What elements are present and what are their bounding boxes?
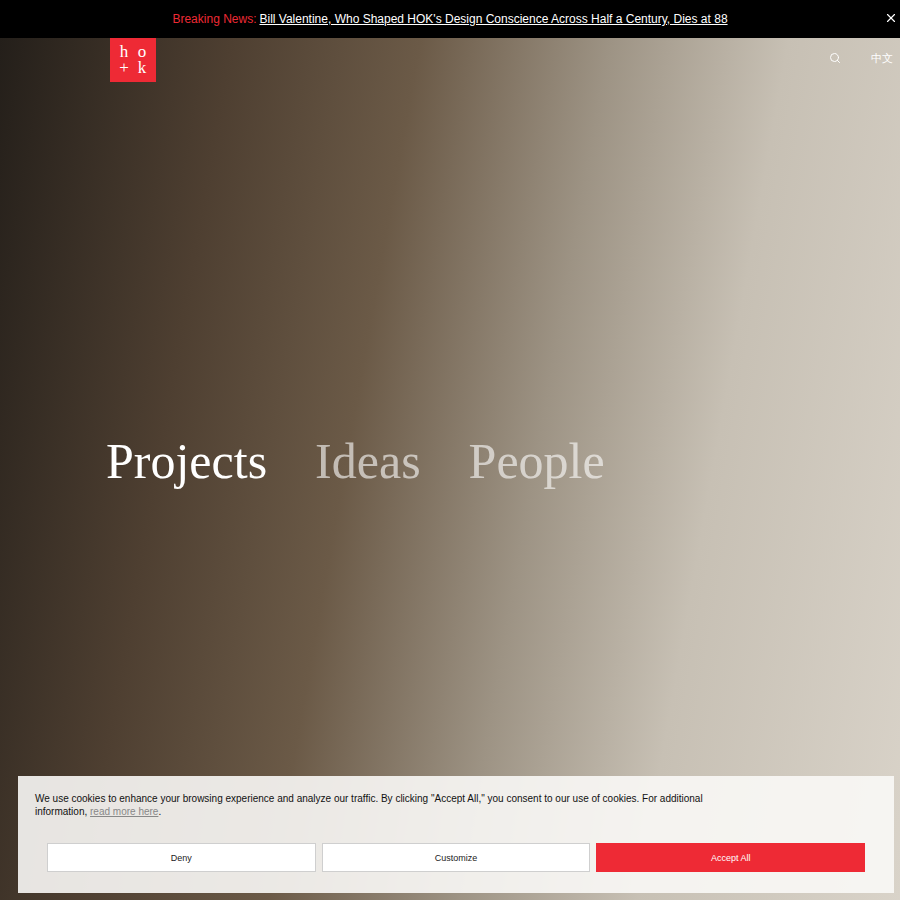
cookie-text: We use cookies to enhance your browsing … [18,792,894,818]
header-tools: 中文 [829,38,893,78]
announcement-link[interactable]: Bill Valentine, Who Shaped HOK's Design … [259,12,727,26]
logo-letter: o [138,44,147,60]
header: ho + k 中文 [0,38,900,82]
language-link[interactable]: 中文 [871,51,893,66]
page: Breaking News:Bill Valentine, Who Shaped… [0,0,900,900]
announcement-bar: Breaking News:Bill Valentine, Who Shaped… [0,0,900,38]
announcement-label: Breaking News: [172,12,256,26]
logo-letter: k [138,60,147,76]
logo[interactable]: ho + k [110,38,156,82]
cookie-button[interactable]: Customize [322,843,591,872]
cookie-button[interactable]: Accept All [596,843,865,872]
cookie-button[interactable]: Deny [47,843,316,872]
hero-nav-item[interactable]: People [469,432,605,490]
hero-nav-item[interactable]: Projects [106,432,267,490]
hero-nav-item[interactable]: Ideas [315,432,421,490]
cookie-link[interactable]: read more here [90,806,158,817]
cookie-banner: We use cookies to enhance your browsing … [18,776,894,893]
search-button[interactable] [829,52,841,64]
logo-letter: h [120,44,129,60]
cookie-buttons: DenyCustomizeAccept All [18,843,894,872]
hero: ho + k 中文 Projects Ideas People [0,38,900,900]
search-icon[interactable] [829,52,841,64]
close-icon[interactable] [884,11,898,25]
logo-letter: + [119,60,129,76]
close-button[interactable] [884,11,898,25]
